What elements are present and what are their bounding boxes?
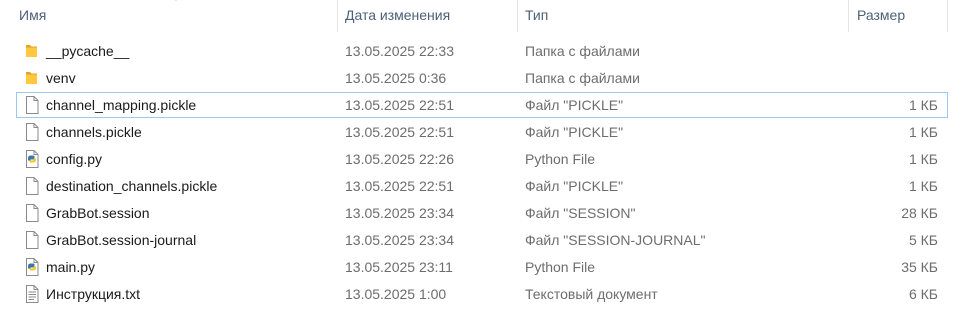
column-header-bar: Имя Дата изменения Тип Размер: [0, 0, 979, 32]
column-header-date-label: Дата изменения: [345, 7, 451, 23]
column-header-size[interactable]: Размер: [857, 0, 947, 32]
file-name: main.py: [46, 259, 96, 275]
file-row[interactable]: Инструкция.txt 13.05.2025 1:00 Текстовый д…: [16, 281, 948, 307]
file-date-modified: 13.05.2025 22:51: [345, 97, 454, 113]
column-header-size-label: Размер: [857, 7, 906, 23]
file-size: 1 КБ: [908, 97, 938, 113]
file-type: Файл "PICKLE": [525, 124, 624, 140]
file-name: config.py: [46, 151, 103, 167]
file-size: 35 КБ: [901, 259, 938, 275]
file-name: GrabBot.session-journal: [46, 232, 197, 248]
file-date-modified: 13.05.2025 23:34: [345, 205, 454, 221]
column-header-type-label: Тип: [525, 7, 549, 23]
column-header-name-label: Имя: [19, 7, 47, 23]
file-size: 1 КБ: [908, 151, 938, 167]
file-row[interactable]: config.py 13.05.2025 22:26 Python File 1 КБ: [16, 146, 948, 172]
file-type: Файл "PICKLE": [525, 97, 624, 113]
file-type: Python File: [525, 151, 596, 167]
file-icon: [24, 231, 40, 249]
file-size: 1 КБ: [908, 124, 938, 140]
file-icon: [24, 177, 40, 195]
file-name: GrabBot.session: [46, 205, 150, 221]
file-size: 6 КБ: [908, 286, 938, 302]
file-row[interactable]: channels.pickle 13.05.2025 22:51 Файл "PIC…: [16, 119, 948, 145]
file-size: 28 КБ: [901, 205, 938, 221]
file-name: channel_mapping.pickle: [46, 97, 197, 113]
file-row[interactable]: channel_mapping.pickle 13.05.2025 22:51 Фа…: [16, 92, 948, 118]
column-header-date[interactable]: Дата изменения: [345, 0, 517, 32]
file-type: Папка с файлами: [525, 70, 640, 86]
column-divider[interactable]: [947, 0, 948, 32]
file-row[interactable]: venv 13.05.2025 0:36 Папка с файлами: [16, 65, 948, 91]
python-file-icon: [24, 258, 40, 276]
file-date-modified: 13.05.2025 1:00: [345, 286, 447, 302]
file-date-modified: 13.05.2025 23:34: [345, 232, 454, 248]
file-row[interactable]: destination_channels.pickle 13.05.2025 22…: [16, 173, 948, 199]
file-row[interactable]: main.py 13.05.2025 23:11 Python File 35 КБ: [16, 254, 948, 280]
file-type: Файл "SESSION": [525, 205, 636, 221]
file-row[interactable]: GrabBot.session-journal 13.05.2025 23:34 Ф…: [16, 227, 948, 253]
file-icon: [24, 204, 40, 222]
column-divider[interactable]: [337, 0, 338, 32]
file-row[interactable]: __pycache__ 13.05.2025 22:33 Папка с файла…: [16, 38, 948, 64]
file-name: Инструкция.txt: [46, 286, 141, 302]
file-type: Python File: [525, 259, 596, 275]
file-name: __pycache__: [46, 43, 130, 59]
file-size: 5 КБ: [908, 232, 938, 248]
file-name: venv: [46, 70, 76, 86]
column-header-type[interactable]: Тип: [525, 0, 848, 32]
file-row[interactable]: GrabBot.session 13.05.2025 23:34 Файл "SES…: [16, 200, 948, 226]
file-size: 1 КБ: [908, 178, 938, 194]
text-file-icon: [24, 285, 40, 303]
column-divider[interactable]: [517, 0, 518, 32]
file-type: Файл "SESSION-JOURNAL": [525, 232, 706, 248]
file-type: Папка с файлами: [525, 43, 640, 59]
column-header-name[interactable]: Имя: [19, 0, 337, 32]
file-date-modified: 13.05.2025 22:51: [345, 124, 454, 140]
file-date-modified: 13.05.2025 22:33: [345, 43, 454, 59]
sort-ascending-icon: [175, 0, 177, 1]
python-file-icon: [24, 150, 40, 168]
file-icon: [24, 123, 40, 141]
file-date-modified: 13.05.2025 22:51: [345, 178, 454, 194]
column-divider[interactable]: [848, 0, 849, 32]
file-date-modified: 13.05.2025 22:26: [345, 151, 454, 167]
file-icon: [24, 96, 40, 114]
folder-icon: [24, 69, 40, 87]
folder-icon: [24, 42, 40, 60]
file-date-modified: 13.05.2025 23:11: [345, 259, 453, 275]
file-type: Файл "PICKLE": [525, 178, 624, 194]
file-name: channels.pickle: [46, 124, 142, 140]
file-name: destination_channels.pickle: [46, 178, 218, 194]
file-type: Текстовый документ: [525, 286, 658, 302]
file-date-modified: 13.05.2025 0:36: [345, 70, 447, 86]
